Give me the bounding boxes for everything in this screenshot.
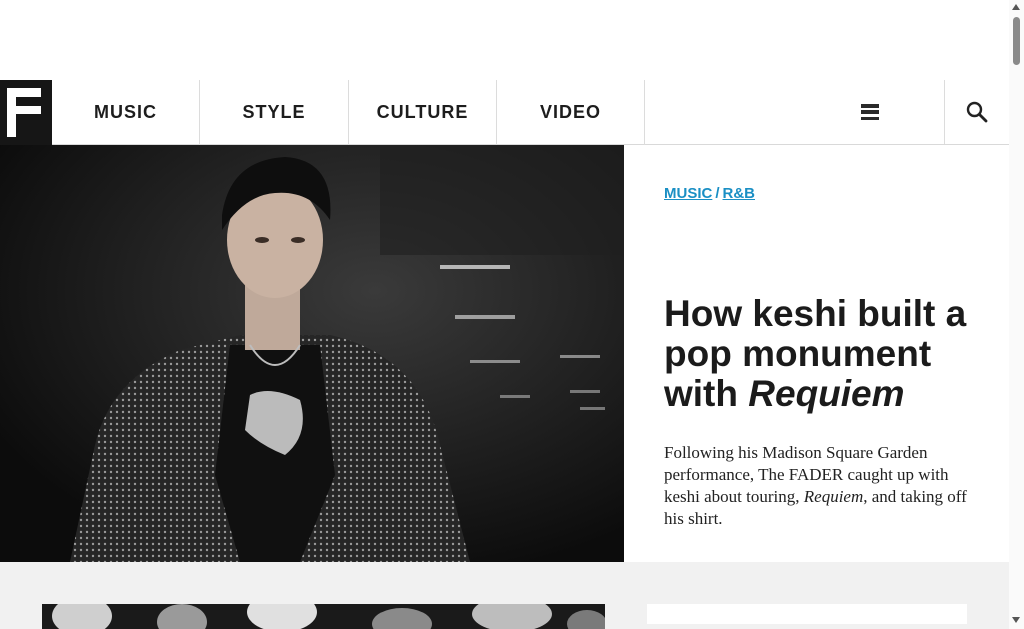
- hamburger-menu-icon: [860, 104, 879, 120]
- breadcrumb-rnb-link[interactable]: R&B: [723, 185, 756, 202]
- hero-feature: MUSIC / R&B How keshi built a pop monument…: [0, 145, 1009, 562]
- hero-text-panel: MUSIC / R&B How keshi built a pop monument…: [624, 145, 1009, 562]
- hero-photo: [0, 145, 624, 562]
- secondary-section: [0, 562, 1009, 629]
- sidebar-card: [647, 604, 967, 624]
- headline-italic-title: Requiem: [748, 373, 905, 414]
- secondary-photo: [42, 604, 605, 629]
- search-icon: [966, 101, 988, 123]
- search-button[interactable]: [945, 80, 1009, 144]
- breadcrumb: MUSIC / R&B: [664, 185, 969, 202]
- nav-item-video[interactable]: VIDEO: [497, 80, 645, 145]
- breadcrumb-music-link[interactable]: MUSIC: [664, 185, 712, 202]
- logo-letter-f: [7, 88, 41, 137]
- secondary-article-image[interactable]: [42, 604, 605, 629]
- nav-item-music[interactable]: MUSIC: [52, 80, 200, 145]
- article-dek: Following his Madison Square Garden perf…: [664, 442, 969, 530]
- fader-logo[interactable]: [0, 80, 52, 145]
- page-scrollbar[interactable]: [1009, 0, 1024, 629]
- ad-space: [0, 0, 1009, 80]
- breadcrumb-separator: /: [715, 185, 720, 202]
- hero-image[interactable]: [0, 145, 624, 562]
- article-headline[interactable]: How keshi built a pop monument with Requ…: [664, 294, 969, 414]
- scroll-up-arrow-icon[interactable]: [1012, 4, 1020, 10]
- nav-item-culture[interactable]: CULTURE: [349, 80, 497, 145]
- scroll-down-arrow-icon[interactable]: [1012, 617, 1020, 623]
- nav-item-style[interactable]: STYLE: [200, 80, 349, 145]
- main-navigation: MUSIC STYLE CULTURE VIDEO: [0, 80, 1009, 145]
- dek-italic-title: Requiem: [803, 487, 864, 506]
- menu-button[interactable]: [795, 80, 945, 144]
- scroll-thumb[interactable]: [1013, 17, 1020, 65]
